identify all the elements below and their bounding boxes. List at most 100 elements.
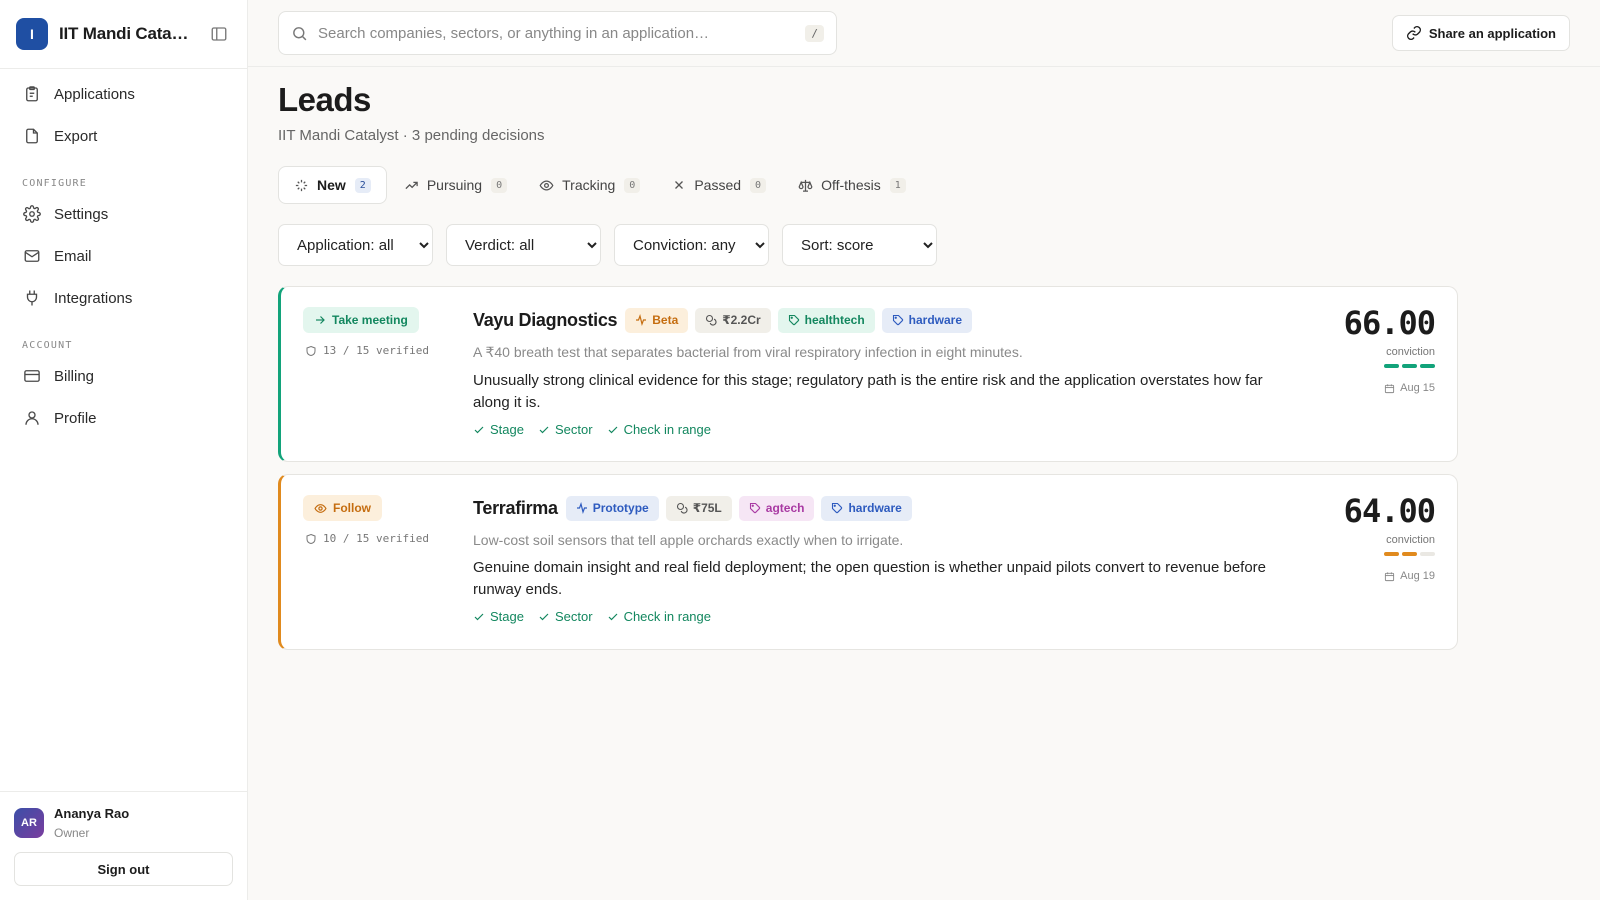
tab-pursuing[interactable]: Pursuing 0: [389, 166, 522, 204]
tab-count: 1: [889, 177, 906, 193]
lead-tabs: New 2 Pursuing 0 Tracking 0 Passed 0 Off…: [278, 166, 1458, 204]
company-name[interactable]: Vayu Diagnostics: [473, 310, 618, 331]
org-name[interactable]: IIT Mandi Catalyst: [59, 24, 189, 44]
criteria-check: Sector: [538, 609, 593, 624]
criteria-check: Check in range: [607, 609, 711, 624]
org-header[interactable]: I IIT Mandi Catalyst: [0, 0, 247, 69]
shield-icon: [305, 533, 317, 545]
calendar-icon: [1384, 571, 1395, 582]
tab-off-thesis[interactable]: Off-thesis 1: [783, 166, 921, 204]
conviction-score: 66.00: [1343, 304, 1436, 342]
sidebar-item-export[interactable]: Export: [0, 115, 247, 157]
check-icon: [607, 424, 619, 436]
application-filter[interactable]: Application: all: [278, 224, 433, 266]
criteria-checks: Stage Sector Check in range: [473, 422, 1303, 437]
sign-out-button[interactable]: Sign out: [14, 852, 233, 886]
activity-icon: [576, 502, 588, 514]
conviction-bar: [1384, 552, 1399, 556]
company-name[interactable]: Terrafirma: [473, 498, 558, 519]
share-application-button[interactable]: Share an application: [1391, 15, 1570, 51]
ask-amount-label: ₹2.2Cr: [722, 313, 761, 327]
tag-label: healthtech: [804, 313, 865, 327]
tag-icon: [831, 502, 843, 514]
sidebar-footer: AR Ananya Rao Owner Sign out: [0, 791, 248, 900]
tag-chip: hardware: [821, 495, 912, 521]
eye-icon: [539, 178, 554, 193]
lead-card[interactable]: Take meeting 13 / 15 verified Vayu Diagn…: [278, 286, 1458, 462]
criteria-check-label: Sector: [554, 609, 593, 624]
conviction-filter[interactable]: Conviction: any: [614, 224, 769, 266]
lead-summary: Unusually strong clinical evidence for t…: [473, 372, 1263, 411]
sidebar-nav: Applications Export CONFIGURE Settings E…: [0, 69, 247, 439]
sidebar-item-label: Applications: [54, 85, 135, 103]
activity-icon: [635, 314, 647, 326]
tag-icon: [892, 314, 904, 326]
score-panel: 66.00 conviction Aug 15: [1315, 304, 1436, 394]
tag-icon: [749, 502, 761, 514]
ask-amount-chip: ₹2.2Cr: [695, 307, 771, 333]
tab-passed[interactable]: Passed 0: [657, 166, 781, 204]
sidebar-item-settings[interactable]: Settings: [0, 193, 247, 235]
sidebar-item-billing[interactable]: Billing: [0, 355, 247, 397]
stage-chip: Beta: [625, 307, 689, 333]
verdict-label: Take meeting: [332, 313, 408, 327]
filter-bar: Application: all Verdict: all Conviction…: [278, 224, 1458, 266]
verdict-badge: Follow: [303, 495, 382, 521]
verified-count: 10 / 15 verified: [305, 532, 429, 545]
sidebar: I IIT Mandi Catalyst Applications Export…: [0, 0, 248, 900]
org-avatar: I: [16, 18, 48, 50]
user-role: Owner: [54, 826, 90, 840]
lead-card[interactable]: Follow 10 / 15 verified Terrafirma Proto…: [278, 474, 1458, 650]
avatar: AR: [14, 808, 44, 838]
sidebar-item-email[interactable]: Email: [0, 235, 247, 277]
coins-icon: [705, 314, 717, 326]
stage-chip: Prototype: [565, 495, 659, 521]
sidebar-item-profile[interactable]: Profile: [0, 397, 247, 439]
verdict-filter[interactable]: Verdict: all: [446, 224, 601, 266]
sidebar-toggle-icon[interactable]: [207, 22, 231, 46]
conviction-bar: [1384, 364, 1399, 368]
coins-icon: [676, 502, 688, 514]
conviction-label: conviction: [1386, 346, 1435, 358]
link-icon: [1406, 25, 1422, 41]
tag-label: hardware: [908, 313, 963, 327]
x-icon: [672, 178, 686, 192]
conviction-bar: [1420, 364, 1435, 368]
tab-new[interactable]: New 2: [278, 166, 387, 204]
shield-icon: [305, 345, 317, 357]
tab-count: 0: [491, 177, 508, 193]
search-box[interactable]: /: [278, 11, 837, 55]
user-icon: [22, 408, 42, 428]
credit-card-icon: [22, 366, 42, 386]
due-date: Aug 15: [1315, 382, 1435, 394]
tag-chip: hardware: [881, 307, 973, 333]
tab-tracking[interactable]: Tracking 0: [524, 166, 655, 204]
user-card: AR Ananya Rao Owner: [14, 806, 234, 840]
tab-count: 0: [624, 177, 641, 193]
ask-amount-chip: ₹75L: [665, 495, 732, 521]
sort-select[interactable]: Sort: score: [782, 224, 937, 266]
company-tagline: A ₹40 breath test that separates bacteri…: [473, 344, 1023, 360]
verified-label: 10 / 15 verified: [323, 532, 429, 545]
due-date: Aug 19: [1315, 570, 1435, 582]
criteria-check-label: Check in range: [623, 609, 712, 624]
plug-icon: [22, 288, 42, 308]
criteria-check: Sector: [538, 422, 593, 437]
section-configure-heading: CONFIGURE: [22, 178, 87, 189]
clipboard-icon: [22, 84, 42, 104]
check-icon: [538, 611, 550, 623]
check-icon: [538, 424, 550, 436]
user-name: Ananya Rao: [54, 806, 130, 821]
tag-label: agtech: [765, 501, 805, 515]
sidebar-item-applications[interactable]: Applications: [0, 73, 247, 115]
sidebar-item-integrations[interactable]: Integrations: [0, 277, 247, 319]
search-input[interactable]: [318, 24, 806, 42]
check-icon: [473, 611, 485, 623]
stage-label: Beta: [652, 313, 679, 327]
trending-up-icon: [404, 178, 419, 193]
calendar-icon: [1384, 383, 1395, 394]
sidebar-item-label: Email: [54, 247, 92, 265]
company-tagline: Low-cost soil sensors that tell apple or…: [473, 532, 904, 548]
mail-icon: [22, 246, 42, 266]
tag-chip: healthtech: [777, 307, 875, 333]
